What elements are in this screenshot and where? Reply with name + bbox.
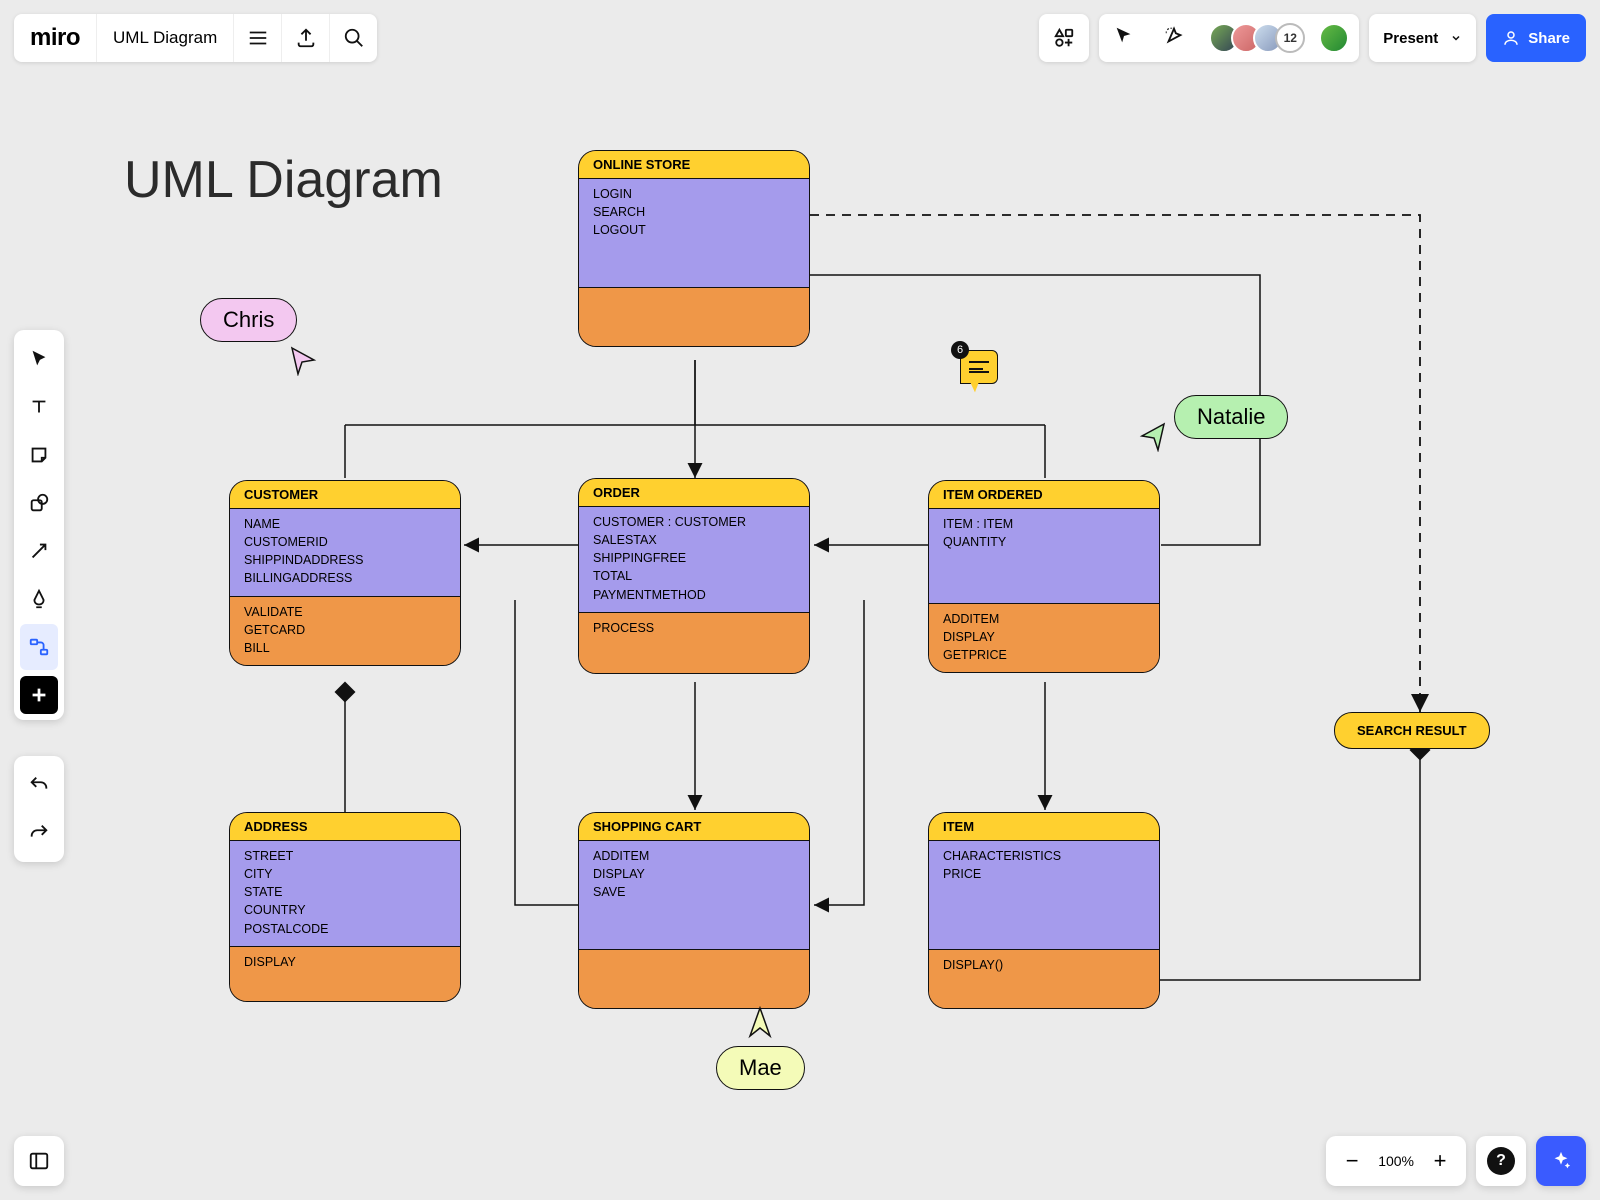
user-mae: Mae [716, 1006, 805, 1090]
user-label: Mae [716, 1046, 805, 1090]
bottom-right-controls: − 100% + ? [1326, 1136, 1586, 1186]
uml-attrs: LOGIN SEARCH LOGOUT [579, 178, 809, 288]
uml-ops: DISPLAY() [929, 950, 1159, 1008]
uml-item[interactable]: ITEM CHARACTERISTICS PRICE DISPLAY() [928, 812, 1160, 1009]
uml-shopping-cart[interactable]: SHOPPING CART ADDITEM DISPLAY SAVE [578, 812, 810, 1009]
uml-search-result[interactable]: SEARCH RESULT [1334, 712, 1490, 749]
uml-title: ITEM [929, 813, 1159, 840]
uml-attrs: ADDITEM DISPLAY SAVE [579, 840, 809, 950]
canvas[interactable]: UML Diagram ONLINE STORE LOGIN SEARCH LO… [0, 0, 1600, 1200]
ai-button[interactable] [1536, 1136, 1586, 1186]
uml-ops: PROCESS [579, 613, 809, 673]
zoom-in-button[interactable]: + [1422, 1143, 1458, 1179]
zoom-label[interactable]: 100% [1370, 1153, 1422, 1169]
uml-customer[interactable]: CUSTOMER NAME CUSTOMERID SHIPPINDADDRESS… [229, 480, 461, 666]
zoom-out-button[interactable]: − [1334, 1143, 1370, 1179]
cursor-icon [290, 346, 320, 376]
user-chris: Chris [200, 298, 320, 376]
comment-icon[interactable]: 6 [960, 350, 998, 384]
uml-ops: DISPLAY [230, 947, 460, 1001]
user-natalie: Natalie [1138, 382, 1288, 452]
cursor-icon [746, 1006, 774, 1040]
uml-attrs: NAME CUSTOMERID SHIPPINDADDRESS BILLINGA… [230, 508, 460, 597]
uml-ops [579, 288, 809, 346]
uml-item-ordered[interactable]: ITEM ORDERED ITEM : ITEM QUANTITY ADDITE… [928, 480, 1160, 673]
user-label: Chris [200, 298, 297, 342]
uml-attrs: ITEM : ITEM QUANTITY [929, 508, 1159, 604]
uml-title: ORDER [579, 479, 809, 506]
help-button[interactable]: ? [1476, 1136, 1526, 1186]
uml-address[interactable]: ADDRESS STREET CITY STATE COUNTRY POSTAL… [229, 812, 461, 1002]
page-title: UML Diagram [124, 150, 443, 210]
uml-online-store[interactable]: ONLINE STORE LOGIN SEARCH LOGOUT [578, 150, 810, 347]
uml-title: CUSTOMER [230, 481, 460, 508]
uml-title: ADDRESS [230, 813, 460, 840]
uml-attrs: CHARACTERISTICS PRICE [929, 840, 1159, 950]
uml-ops: VALIDATE GETCARD BILL [230, 597, 460, 665]
uml-attrs: CUSTOMER : CUSTOMER SALESTAX SHIPPINGFRE… [579, 506, 809, 613]
uml-title: ITEM ORDERED [929, 481, 1159, 508]
frames-panel-button[interactable] [14, 1136, 64, 1186]
uml-title: SHOPPING CART [579, 813, 809, 840]
uml-title: ONLINE STORE [579, 151, 809, 178]
user-label: Natalie [1174, 395, 1288, 439]
uml-order[interactable]: ORDER CUSTOMER : CUSTOMER SALESTAX SHIPP… [578, 478, 810, 674]
uml-ops [579, 950, 809, 1008]
uml-ops: ADDITEM DISPLAY GETPRICE [929, 604, 1159, 672]
uml-attrs: STREET CITY STATE COUNTRY POSTALCODE [230, 840, 460, 947]
zoom-control: − 100% + [1326, 1136, 1466, 1186]
cursor-icon [1138, 422, 1168, 452]
comment-count: 6 [951, 341, 969, 359]
